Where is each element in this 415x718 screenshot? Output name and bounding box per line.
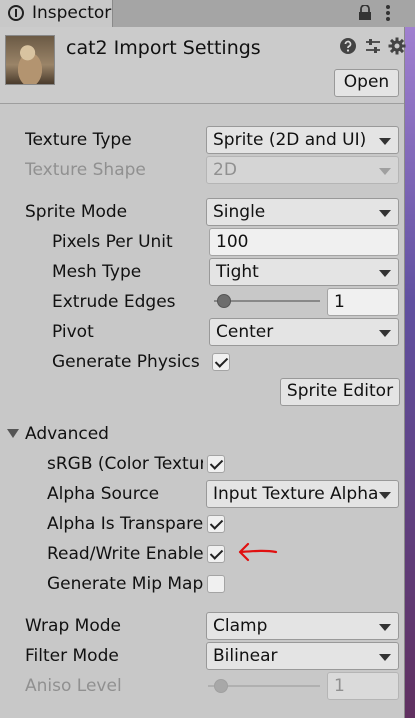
texture-shape-label: Texture Shape [25, 160, 146, 180]
srgb-checkbox[interactable] [207, 455, 225, 473]
sprite-mode-value: Single [213, 202, 266, 222]
filter-mode-label: Filter Mode [25, 646, 119, 666]
alpha-source-label: Alpha Source [47, 484, 160, 504]
chevron-down-icon [379, 330, 391, 337]
pivot-dropdown[interactable]: Center [209, 318, 399, 346]
extrude-edges-slider-handle[interactable] [216, 294, 231, 308]
chevron-down-icon [379, 138, 391, 145]
alpha-is-transparency-checkbox[interactable] [207, 515, 225, 533]
chevron-down-icon [379, 492, 391, 499]
page-title: cat2 Import Settings [66, 37, 261, 59]
extrude-edges-label: Extrude Edges [52, 292, 176, 312]
aniso-level-input: 1 [327, 672, 399, 700]
read-write-enabled-checkbox[interactable] [207, 545, 225, 563]
chevron-down-icon [379, 168, 391, 175]
chevron-down-icon [379, 270, 391, 277]
texture-shape-dropdown: 2D [206, 156, 399, 184]
chevron-down-icon [379, 210, 391, 217]
foldout-arrow-icon[interactable] [7, 429, 19, 438]
generate-physics-checkbox[interactable] [212, 353, 230, 371]
divider [0, 603, 404, 604]
alpha-source-dropdown[interactable]: Input Texture Alpha [206, 480, 399, 508]
panel-border [404, 27, 405, 718]
wrap-mode-label: Wrap Mode [25, 616, 121, 636]
chevron-down-icon [379, 624, 391, 631]
generate-physics-label: Generate Physics [52, 352, 200, 372]
advanced-foldout-label[interactable]: Advanced [25, 423, 205, 445]
texture-shape-value: 2D [213, 160, 237, 180]
gear-icon[interactable] [388, 37, 406, 55]
mesh-type-value: Tight [216, 262, 259, 282]
texture-type-label: Texture Type [25, 130, 132, 150]
read-write-enabled-label: Read/Write Enabled [47, 544, 203, 564]
srgb-label: sRGB (Color Texture) [47, 454, 203, 474]
wrap-mode-value: Clamp [213, 616, 268, 636]
generate-mip-maps-checkbox[interactable] [207, 575, 225, 593]
extrude-edges-input[interactable]: 1 [327, 288, 399, 316]
help-icon[interactable] [340, 38, 356, 54]
kebab-menu-icon[interactable] [384, 4, 392, 22]
lock-icon[interactable] [358, 5, 372, 21]
mesh-type-label: Mesh Type [52, 262, 142, 282]
open-button[interactable]: Open [334, 69, 399, 97]
chevron-down-icon [379, 654, 391, 661]
texture-type-value: Sprite (2D and UI) [213, 130, 367, 150]
filter-mode-dropdown[interactable]: Bilinear [206, 642, 399, 670]
wrap-mode-dropdown[interactable]: Clamp [206, 612, 399, 640]
aniso-level-slider-handle [214, 679, 228, 693]
generate-mip-maps-label: Generate Mip Maps [47, 574, 203, 594]
sprite-mode-label: Sprite Mode [25, 202, 128, 222]
texture-type-dropdown[interactable]: Sprite (2D and UI) [206, 126, 399, 154]
aniso-level-label: Aniso Level [25, 676, 122, 696]
tab-label: Inspector [32, 3, 112, 23]
presets-icon[interactable] [364, 37, 382, 55]
alpha-is-transparency-label: Alpha Is Transparency [47, 514, 203, 534]
sprite-mode-dropdown[interactable]: Single [206, 198, 399, 226]
texture-thumbnail [5, 35, 55, 85]
pivot-label: Pivot [52, 322, 94, 342]
info-icon [8, 5, 24, 21]
background-window-edge [405, 27, 415, 718]
mesh-type-dropdown[interactable]: Tight [209, 258, 399, 286]
pixels-per-unit-label: Pixels Per Unit [52, 232, 173, 252]
annotation-arrow-icon [238, 542, 278, 562]
tab-inspector[interactable]: Inspector [0, 0, 113, 28]
filter-mode-value: Bilinear [213, 646, 278, 666]
pivot-value: Center [216, 322, 274, 342]
sprite-editor-button[interactable]: Sprite Editor [280, 378, 400, 406]
pixels-per-unit-input[interactable]: 100 [209, 228, 399, 256]
alpha-source-value: Input Texture Alpha [213, 484, 379, 504]
